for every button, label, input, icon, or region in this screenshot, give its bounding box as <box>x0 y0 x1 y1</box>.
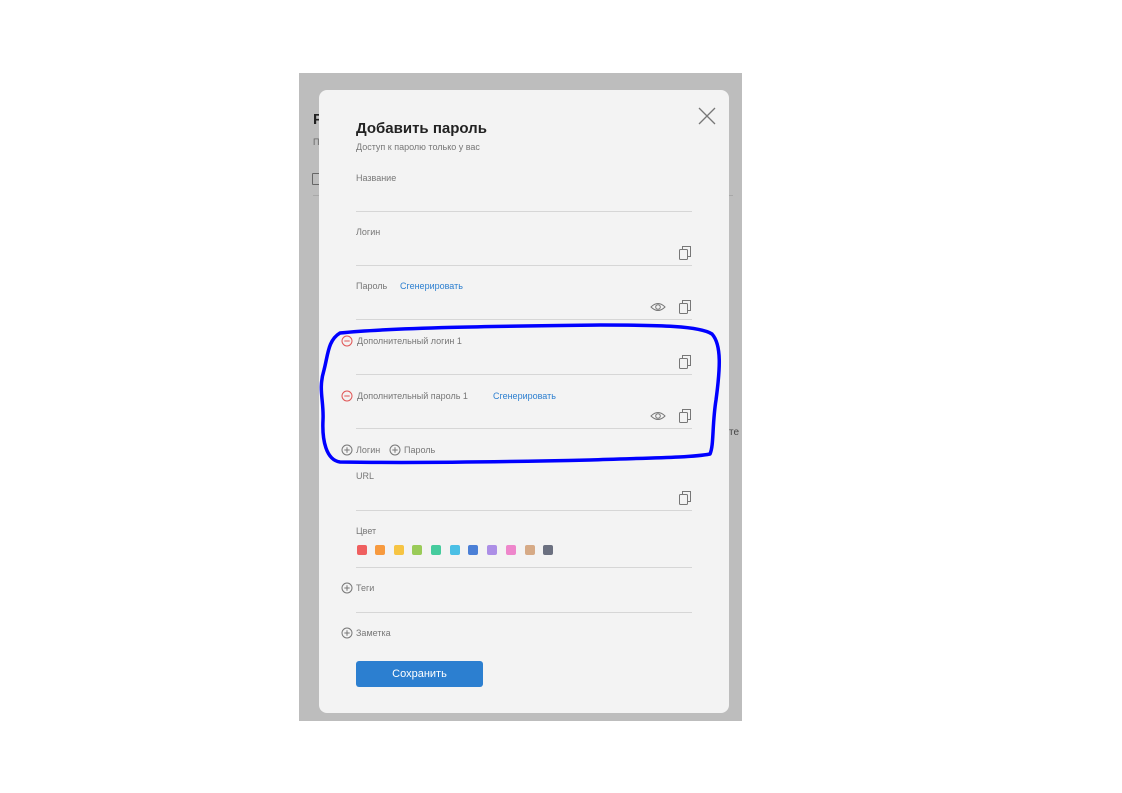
copy-icon[interactable] <box>677 245 693 261</box>
close-icon[interactable] <box>697 106 717 126</box>
plus-circle-icon[interactable] <box>389 444 401 456</box>
generate-password-link[interactable]: Сгенерировать <box>400 281 463 291</box>
background-text: те <box>729 427 740 438</box>
extra-password-field[interactable] <box>356 428 692 429</box>
add-tags-link[interactable]: Теги <box>356 583 374 593</box>
color-swatch[interactable] <box>525 545 535 555</box>
save-button[interactable]: Сохранить <box>356 661 483 687</box>
password-field[interactable] <box>356 319 692 320</box>
add-password-link[interactable]: Пароль <box>404 445 435 455</box>
color-swatch[interactable] <box>375 545 385 555</box>
tags-divider <box>356 612 692 613</box>
color-label: Цвет <box>356 526 377 536</box>
modal-subtitle: Доступ к паролю только у вас <box>356 142 480 152</box>
minus-circle-icon[interactable] <box>341 390 353 402</box>
generate-extra-password-link[interactable]: Сгенерировать <box>493 391 556 401</box>
color-swatch[interactable] <box>450 545 460 555</box>
color-swatch[interactable] <box>543 545 553 555</box>
color-swatch[interactable] <box>487 545 497 555</box>
name-field-label: Название <box>356 173 397 183</box>
add-login-link[interactable]: Логин <box>356 445 380 455</box>
modal-title: Добавить пароль <box>356 120 487 137</box>
color-swatch[interactable] <box>357 545 367 555</box>
password-field-label: Пароль <box>356 281 388 291</box>
login-field[interactable] <box>356 265 692 266</box>
login-field-label: Логин <box>356 227 381 237</box>
color-swatch[interactable] <box>394 545 404 555</box>
url-field-label: URL <box>356 471 375 481</box>
plus-circle-icon[interactable] <box>341 582 353 594</box>
color-swatch[interactable] <box>412 545 422 555</box>
copy-icon[interactable] <box>677 490 693 506</box>
color-swatch[interactable] <box>468 545 478 555</box>
plus-circle-icon[interactable] <box>341 444 353 456</box>
add-note-link[interactable]: Заметка <box>356 628 391 638</box>
copy-icon[interactable] <box>677 354 693 370</box>
copy-icon[interactable] <box>677 408 693 424</box>
minus-circle-icon[interactable] <box>341 335 353 347</box>
extra-login-field[interactable] <box>356 374 692 375</box>
name-field[interactable] <box>356 211 692 212</box>
color-divider <box>356 567 692 568</box>
extra-password-label: Дополнительный пароль 1 <box>357 391 468 401</box>
add-password-modal <box>319 90 729 713</box>
color-swatch[interactable] <box>431 545 441 555</box>
url-field[interactable] <box>356 510 692 511</box>
eye-icon[interactable] <box>650 299 666 315</box>
extra-login-label: Дополнительный логин 1 <box>357 336 462 346</box>
copy-icon[interactable] <box>677 299 693 315</box>
eye-icon[interactable] <box>650 408 666 424</box>
color-swatch[interactable] <box>506 545 516 555</box>
plus-circle-icon[interactable] <box>341 627 353 639</box>
